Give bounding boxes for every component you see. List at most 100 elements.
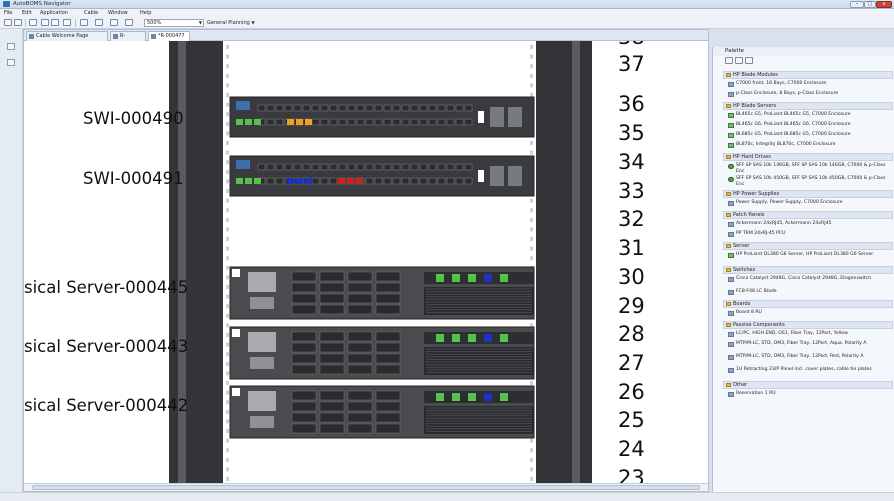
drive-bay — [375, 271, 401, 282]
rack-hole — [226, 131, 229, 136]
palette-section-header[interactable]: Switches — [723, 266, 893, 274]
palette-item[interactable]: SFF SP SAS 10k 146GB, SFF SP SAS 10k 146… — [727, 163, 891, 175]
close-button[interactable]: x — [876, 1, 892, 8]
switch-port — [437, 163, 446, 171]
properties-icon[interactable] — [7, 59, 15, 66]
sfp-slot — [490, 166, 504, 186]
device-label-server-000443[interactable]: sical Server-000443 — [24, 337, 188, 356]
rack-right-rail — [536, 41, 592, 483]
zoom-dropdown[interactable]: 500% ▼ — [144, 19, 204, 27]
palette-section-header[interactable]: Server — [723, 242, 893, 250]
layout-icon[interactable] — [80, 19, 88, 26]
palette-item[interactable]: Ackermann 24xRJ45, Ackermann 24xRJ45 — [727, 221, 891, 227]
scrollbar-thumb[interactable] — [32, 485, 700, 490]
rack-canvas[interactable]: SWI-000490 SWI-000491 sical Server-00044… — [24, 41, 708, 483]
component-icon — [728, 201, 734, 206]
menu-window[interactable]: Window — [108, 10, 128, 16]
palette-item[interactable]: Power Supply, Power Supply, C7000 Enclos… — [727, 200, 891, 206]
switch-logo — [236, 160, 250, 169]
palette-item-label: Board 8 RU — [736, 310, 762, 315]
palette-item[interactable]: FC8-F48 LC Blade — [727, 289, 891, 295]
palette-section-header[interactable]: HP Blade Modules — [723, 71, 893, 79]
switch-port — [392, 177, 401, 185]
print-icon[interactable] — [29, 19, 37, 26]
palette-item[interactable]: BL465c G5, ProLiant BL465c G5, C7000 Enc… — [727, 112, 891, 118]
zoom-out-icon[interactable] — [745, 57, 753, 64]
menu-file[interactable]: File — [4, 10, 12, 16]
palette-item[interactable]: BL465c G6, ProLiant BL465c G6, C7000 Enc… — [727, 122, 891, 128]
save-all-icon[interactable] — [14, 19, 22, 26]
save-icon[interactable] — [4, 19, 12, 26]
zoom-value: 500% — [147, 20, 162, 26]
distribute-icon[interactable] — [110, 19, 118, 26]
tab-r-000477-dirty[interactable]: *R-000477 x — [148, 31, 190, 47]
palette-item-label: PP TKM 24xRJ-45 PCU — [736, 231, 786, 236]
menu-help[interactable]: Help — [140, 10, 151, 16]
switch-port — [275, 104, 284, 112]
palette-panel: Palette HP Blade Modules C7000 front, 16 … — [712, 47, 894, 492]
rack-drawing — [169, 41, 592, 483]
switch-port — [410, 118, 419, 126]
palette-item[interactable]: BL685c G5, ProLiant BL685c G5, C7000 Enc… — [727, 132, 891, 138]
drive-bay — [319, 293, 345, 304]
rack-hole — [226, 160, 229, 165]
menu-cable[interactable]: Cable — [84, 10, 98, 16]
palette-section-header[interactable]: Boards — [723, 300, 893, 308]
menu-application[interactable]: Application — [40, 10, 68, 16]
drive-bay — [291, 401, 317, 412]
menu-edit[interactable]: Edit — [22, 10, 32, 16]
horizontal-scrollbar[interactable] — [24, 483, 708, 491]
device-label-swi-000490[interactable]: SWI-000490 — [83, 109, 184, 128]
back-icon[interactable] — [41, 19, 49, 26]
rack-hole — [226, 294, 229, 299]
switch-port — [293, 163, 302, 171]
tab-r-000477[interactable]: R-000477 — [110, 31, 146, 47]
component-icon — [728, 392, 734, 397]
palette-item[interactable]: Cisco Catalyst 2948G, Cisco Catalyst 294… — [727, 276, 891, 282]
drive-bay — [291, 282, 317, 293]
drive-bay — [319, 364, 345, 375]
rack-hole — [530, 457, 533, 462]
outline-icon[interactable] — [7, 43, 15, 50]
rack-hole — [530, 438, 533, 443]
palette-section-header[interactable]: HP Blade Servers — [723, 102, 893, 110]
rack-unit-number: 23 — [618, 466, 645, 483]
zoom-in-icon[interactable] — [735, 57, 743, 64]
rack-unit-number: 30 — [618, 265, 645, 289]
select-tool-icon[interactable] — [725, 57, 733, 64]
palette-section-header[interactable]: Patch Panels — [723, 211, 893, 219]
switch-port — [428, 104, 437, 112]
drive-bay — [375, 293, 401, 304]
edit-icon[interactable] — [63, 19, 71, 26]
palette-item[interactable]: LC/PC, HIGH END, OS1, Fiber Tray, 12Port… — [727, 331, 891, 337]
rack-hole — [530, 141, 533, 145]
align-icon[interactable] — [95, 19, 103, 26]
rack-unit-number: 31 — [618, 236, 645, 260]
tab-cable-welcome-page[interactable]: Cable Welcome Page — [26, 31, 108, 41]
palette-item[interactable]: PP TKM 24xRJ-45 PCU — [727, 231, 891, 237]
palette-item[interactable]: Board 8 RU — [727, 310, 891, 316]
palette-item[interactable]: MTP/M-LC, STD, OM3, Fiber Tray, 12Port, … — [727, 341, 891, 347]
device-label-server-000442[interactable]: sical Server-000442 — [24, 396, 188, 415]
palette-section-header[interactable]: HP Power Supplies — [723, 190, 893, 198]
palette-section-header[interactable]: Other — [723, 381, 893, 389]
palette-section-header[interactable]: HP Hard Drives — [723, 153, 893, 161]
palette-section-header[interactable]: Passive Components — [723, 321, 893, 329]
palette-item[interactable]: SFF SP SAS 10k 450GB, SFF SP SAS 10k 450… — [727, 176, 891, 188]
palette-item[interactable]: Reservation 1 RU — [727, 391, 891, 397]
device-label-swi-000491[interactable]: SWI-000491 — [83, 169, 184, 188]
device-label-server-000445[interactable]: sical Server-000445 — [24, 278, 188, 297]
drive-bay — [291, 304, 317, 315]
palette-item[interactable]: BL870c, Integrity BL870c, C7000 Enclosur… — [727, 142, 891, 148]
palette-item-label: LC/PC, HIGH END, OS1, Fiber Tray, 12Port… — [736, 331, 848, 336]
palette-item[interactable]: C7000 front, 16 Bays, C7000 Enclosure — [727, 81, 891, 87]
palette-item[interactable]: 1U Retracting 23/P Panel incl. cover pla… — [727, 367, 891, 373]
minimize-button[interactable]: – — [850, 1, 864, 8]
planning-dropdown[interactable]: General Planning ▼ — [207, 19, 259, 27]
zoom-fit-icon[interactable] — [125, 19, 133, 26]
palette-item[interactable]: MTP/M-LC, STD, OM3, Fiber Tray, 12Port, … — [727, 354, 891, 360]
palette-item[interactable]: HP ProLiant DL380 G6 Server, HP ProLiant… — [727, 252, 891, 258]
maximize-button[interactable]: □ — [864, 1, 876, 8]
palette-item[interactable]: p-Class Enclosure, 8 Bays, p-Class Enclo… — [727, 91, 891, 97]
forward-icon[interactable] — [51, 19, 59, 26]
